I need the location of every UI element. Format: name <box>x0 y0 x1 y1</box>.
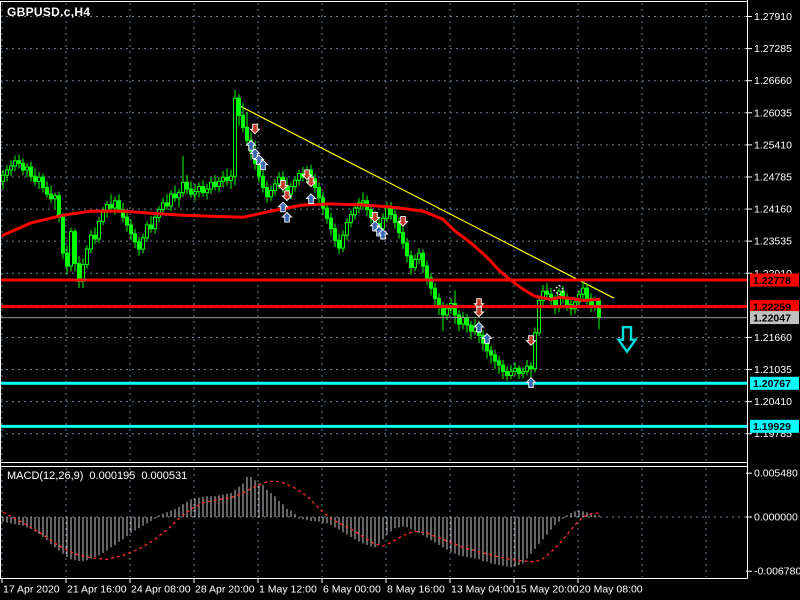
macd-indicator-label: MACD(12,26,9) 0.000195 0.000531 <box>7 470 193 482</box>
time-axis-tick: 1 May 12:00 <box>259 584 317 596</box>
grid <box>0 3 748 577</box>
macd-axis-tick: -0.006780 <box>754 566 800 578</box>
time-axis-tick: 20 May 08:00 <box>579 584 643 596</box>
big-arrow-layer[interactable] <box>616 326 638 354</box>
time-axis-tick: 13 May 04:00 <box>451 584 515 596</box>
price-axis-tick: 1.21660 <box>754 332 792 344</box>
price-axis-tick: 1.21035 <box>754 364 792 376</box>
macd-signal-value: 0.000531 <box>141 470 188 482</box>
chart-window: 1.27910 1.27285 1.26660 1.26035 1.25410 1.247… <box>0 0 800 600</box>
sell-arrow-icon[interactable] <box>249 123 261 135</box>
price-axis-tick: 1.25410 <box>754 139 792 151</box>
macd-histogram <box>2 477 600 568</box>
buy-arrow-icon[interactable] <box>281 211 293 223</box>
current-price-badge: 1.22047 <box>753 312 791 324</box>
buy-arrow-icon[interactable] <box>525 377 537 388</box>
red-ma-line <box>1 202 601 302</box>
price-axis-tick: 1.20410 <box>754 396 792 408</box>
price-axis-tick: 1.24785 <box>754 171 792 183</box>
time-axis-tick: 21 Apr 16:00 <box>67 584 127 596</box>
buy-arrow-icon[interactable] <box>245 139 257 151</box>
level-price-badge: 1.22778 <box>753 275 791 287</box>
macd-axis[interactable]: 0.005480 0.000000 -0.006780 <box>746 468 800 578</box>
time-axis-tick: 28 Apr 20:00 <box>195 584 255 596</box>
big-down-arrow-icon[interactable] <box>616 326 638 354</box>
time-axis-tick: 24 Apr 08:00 <box>131 584 191 596</box>
sell-arrow-icon[interactable] <box>473 306 485 318</box>
price-axis-tick: 1.27285 <box>754 43 792 55</box>
price-axis-tick: 1.26660 <box>754 75 792 87</box>
buy-arrow-icon[interactable] <box>305 193 317 205</box>
price-axis[interactable]: 1.27910 1.27285 1.26660 1.26035 1.25410 1.247… <box>746 11 792 440</box>
time-axis-tick: 8 May 16:00 <box>387 584 445 596</box>
macd-main-value: 0.000195 <box>89 470 136 482</box>
macd-axis-tick: 0.005480 <box>754 468 798 480</box>
macd-signal-layer <box>2 480 600 563</box>
price-axis-tick: 1.24160 <box>754 204 792 216</box>
chart-canvas[interactable]: 1.27910 1.27285 1.26660 1.26035 1.25410 1.247… <box>0 0 800 600</box>
price-axis-tick: 1.27910 <box>754 11 792 23</box>
time-axis-tick: 6 May 00:00 <box>323 584 381 596</box>
macd-name: MACD(12,26,9) <box>7 470 84 482</box>
time-axis[interactable]: 17 Apr 2020 21 Apr 16:00 24 Apr 08:00 28 Ap… <box>1 579 643 596</box>
price-axis-tick: 1.26035 <box>754 107 792 119</box>
time-axis-tick: 15 May 20:00 <box>515 584 579 596</box>
horizontal-lines[interactable] <box>0 278 748 428</box>
chart-title: GBPUSD.c,H4 <box>7 5 91 19</box>
macd-axis-tick: 0.000000 <box>754 512 798 524</box>
panel-borders <box>0 0 748 579</box>
level-price-badge: 1.19929 <box>753 421 791 433</box>
macd-signal-line <box>2 480 600 563</box>
ma-layer <box>1 202 601 302</box>
price-badges: 1.227781.222591.220471.207671.19929 <box>750 273 799 433</box>
time-axis-tick: 17 Apr 2020 <box>3 584 60 596</box>
level-price-badge: 1.20767 <box>753 378 791 390</box>
price-axis-tick: 1.23535 <box>754 236 792 248</box>
